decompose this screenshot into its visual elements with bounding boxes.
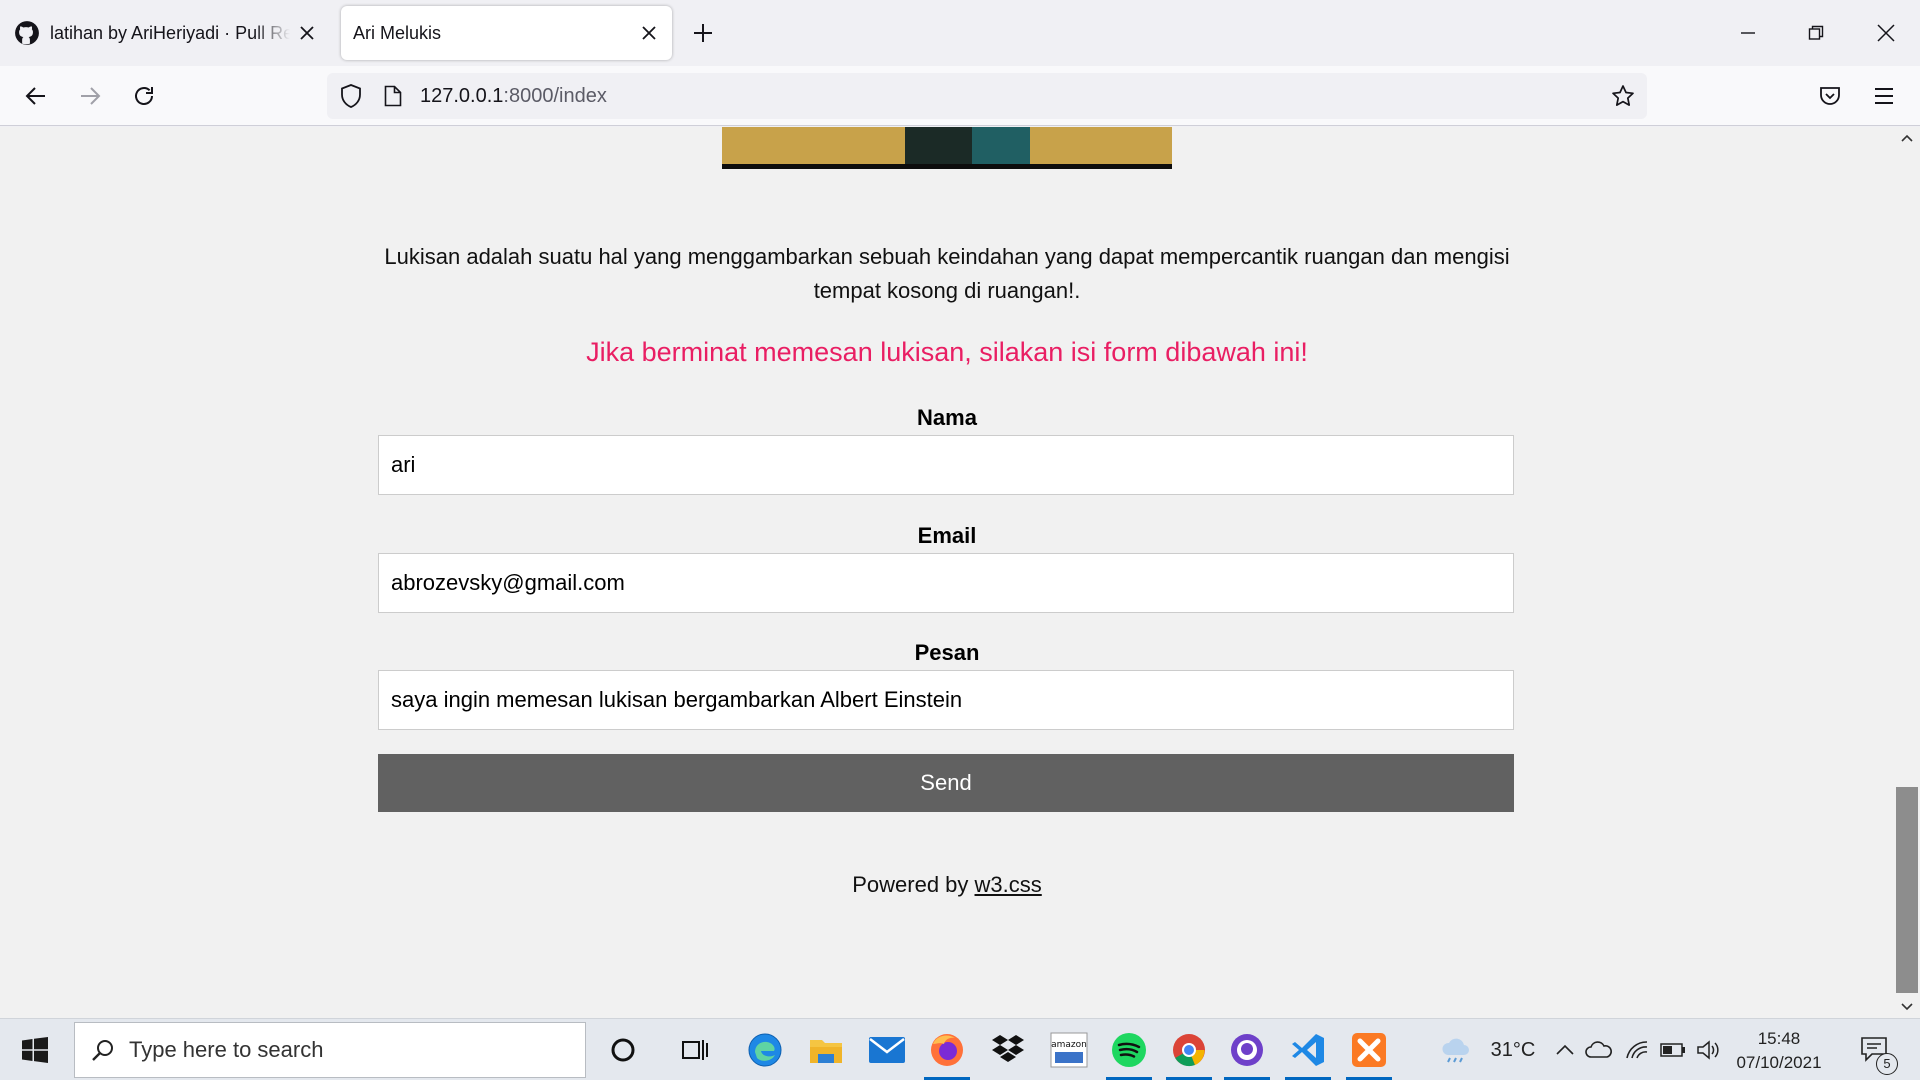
scroll-up-arrow-icon[interactable]: [1894, 127, 1920, 149]
page-icon[interactable]: [379, 82, 407, 110]
plus-icon: [694, 24, 712, 42]
task-view-button[interactable]: [666, 1019, 724, 1080]
battery-icon[interactable]: [1656, 1019, 1690, 1080]
send-button[interactable]: Send: [378, 754, 1514, 812]
menu-button[interactable]: [1864, 76, 1904, 116]
spotify-icon: [1112, 1033, 1146, 1067]
scroll-down-arrow-icon[interactable]: [1894, 996, 1920, 1018]
task-view-icon: [682, 1040, 708, 1060]
pesan-input[interactable]: saya ingin memesan lukisan bergambarkan …: [378, 670, 1514, 730]
navigation-toolbar: 127.0.0.1:8000/index: [0, 66, 1920, 126]
painting-image: [722, 127, 1172, 169]
wifi-icon[interactable]: [1620, 1019, 1654, 1080]
pesan-label: Pesan: [914, 640, 980, 665]
vscode-app[interactable]: [1279, 1019, 1337, 1080]
order-call-to-action: Jika berminat memesan lukisan, silakan i…: [586, 337, 1308, 367]
vscode-icon: [1292, 1034, 1324, 1066]
email-label: Email: [917, 523, 977, 548]
url-path: :8000/index: [503, 85, 607, 107]
nama-input[interactable]: ari: [378, 435, 1514, 495]
pocket-icon: [1820, 87, 1840, 105]
page-viewport: Lukisan adalah suatu hal yang menggambar…: [0, 127, 1894, 1018]
weather-temperature[interactable]: 31°C: [1478, 1019, 1548, 1080]
reload-icon: [135, 87, 153, 105]
edge-icon: [748, 1033, 782, 1067]
forward-button[interactable]: [70, 76, 110, 116]
xampp-icon: [1352, 1033, 1386, 1067]
taskbar-clock[interactable]: 15:48 07/10/2021: [1724, 1027, 1834, 1075]
firefox-icon: [931, 1034, 963, 1066]
new-tab-button[interactable]: [686, 16, 720, 50]
nama-label: Nama: [917, 405, 977, 430]
edge-app[interactable]: [736, 1019, 794, 1080]
amazon-icon: amazon: [1050, 1032, 1088, 1068]
url-host: 127.0.0.1: [420, 85, 504, 107]
mail-app[interactable]: [858, 1019, 916, 1080]
xampp-app[interactable]: [1340, 1019, 1398, 1080]
dropbox-icon: [992, 1035, 1024, 1062]
notification-count-badge: 5: [1876, 1053, 1898, 1075]
cortana-icon: [611, 1038, 635, 1062]
minimize-button[interactable]: [1714, 0, 1782, 66]
tab-strip: latihan by AriHeriyadi · Pull Requests A…: [0, 0, 1920, 66]
bookmark-star-icon[interactable]: [1609, 82, 1637, 110]
address-bar[interactable]: 127.0.0.1:8000/index: [327, 73, 1647, 119]
scrollbar-thumb[interactable]: [1896, 787, 1918, 993]
start-button[interactable]: [0, 1019, 70, 1080]
powered-by: Powered by w3.css: [378, 872, 1516, 898]
chrome-app[interactable]: [1160, 1019, 1218, 1080]
close-icon: [1877, 24, 1895, 42]
onedrive-icon[interactable]: [1582, 1019, 1616, 1080]
search-icon: [92, 1040, 113, 1061]
file-explorer-app[interactable]: [797, 1019, 855, 1080]
amazon-app[interactable]: amazon: [1040, 1019, 1098, 1080]
tab-github-pull-requests[interactable]: latihan by AriHeriyadi · Pull Requests: [4, 6, 330, 60]
windows-taskbar: Type here to search amazon 31°C 15:48 07…: [0, 1018, 1920, 1080]
email-input[interactable]: abrozevsky@gmail.com: [378, 553, 1514, 613]
cloud-rain-icon: [1442, 1038, 1469, 1063]
spotify-app[interactable]: [1100, 1019, 1158, 1080]
github-desktop-icon: [1231, 1034, 1263, 1066]
taskbar-search-box[interactable]: Type here to search: [74, 1022, 586, 1078]
svg-text:amazon: amazon: [1051, 1040, 1087, 1050]
show-hidden-icons-chevron-icon[interactable]: [1552, 1019, 1578, 1080]
github-desktop-app[interactable]: [1218, 1019, 1276, 1080]
tab-close-icon[interactable]: [290, 16, 324, 50]
notification-center-button[interactable]: 5: [1850, 1019, 1900, 1080]
shield-icon[interactable]: [337, 82, 365, 110]
tab-title: latihan by AriHeriyadi · Pull Requests: [50, 22, 290, 43]
hamburger-menu-icon: [1875, 88, 1893, 104]
minimize-icon: [1741, 32, 1755, 34]
url-text[interactable]: 127.0.0.1:8000/index: [420, 73, 607, 119]
firefox-app[interactable]: [918, 1019, 976, 1080]
restore-icon: [1808, 25, 1824, 40]
clock-time: 15:48: [1757, 1029, 1801, 1048]
dropbox-app[interactable]: [979, 1019, 1037, 1080]
restore-button[interactable]: [1782, 0, 1850, 66]
tab-ari-melukis[interactable]: Ari Melukis: [341, 6, 672, 60]
windows-logo-icon: [22, 1037, 48, 1063]
arrow-right-icon: [81, 87, 101, 105]
page-scrollbar[interactable]: [1894, 127, 1920, 1018]
weather-widget[interactable]: [1436, 1019, 1476, 1080]
powered-prefix: Powered by: [852, 872, 975, 897]
clock-date: 07/10/2021: [1736, 1053, 1822, 1072]
reload-button[interactable]: [124, 76, 164, 116]
volume-icon[interactable]: [1692, 1019, 1724, 1080]
pocket-button[interactable]: [1810, 76, 1850, 116]
page-description: Lukisan adalah suatu hal yang menggambar…: [384, 244, 1510, 303]
w3css-link[interactable]: w3.css: [975, 872, 1042, 897]
mail-icon: [869, 1037, 905, 1063]
arrow-left-icon: [25, 87, 45, 105]
tab-title: Ari Melukis: [353, 22, 442, 43]
tab-close-icon[interactable]: [632, 16, 666, 50]
file-explorer-icon: [810, 1040, 842, 1063]
close-window-button[interactable]: [1852, 0, 1920, 66]
cortana-button[interactable]: [594, 1019, 652, 1080]
github-icon: [15, 21, 39, 45]
search-placeholder: Type here to search: [129, 1037, 324, 1062]
chrome-icon: [1173, 1034, 1205, 1067]
back-button[interactable]: [16, 76, 56, 116]
